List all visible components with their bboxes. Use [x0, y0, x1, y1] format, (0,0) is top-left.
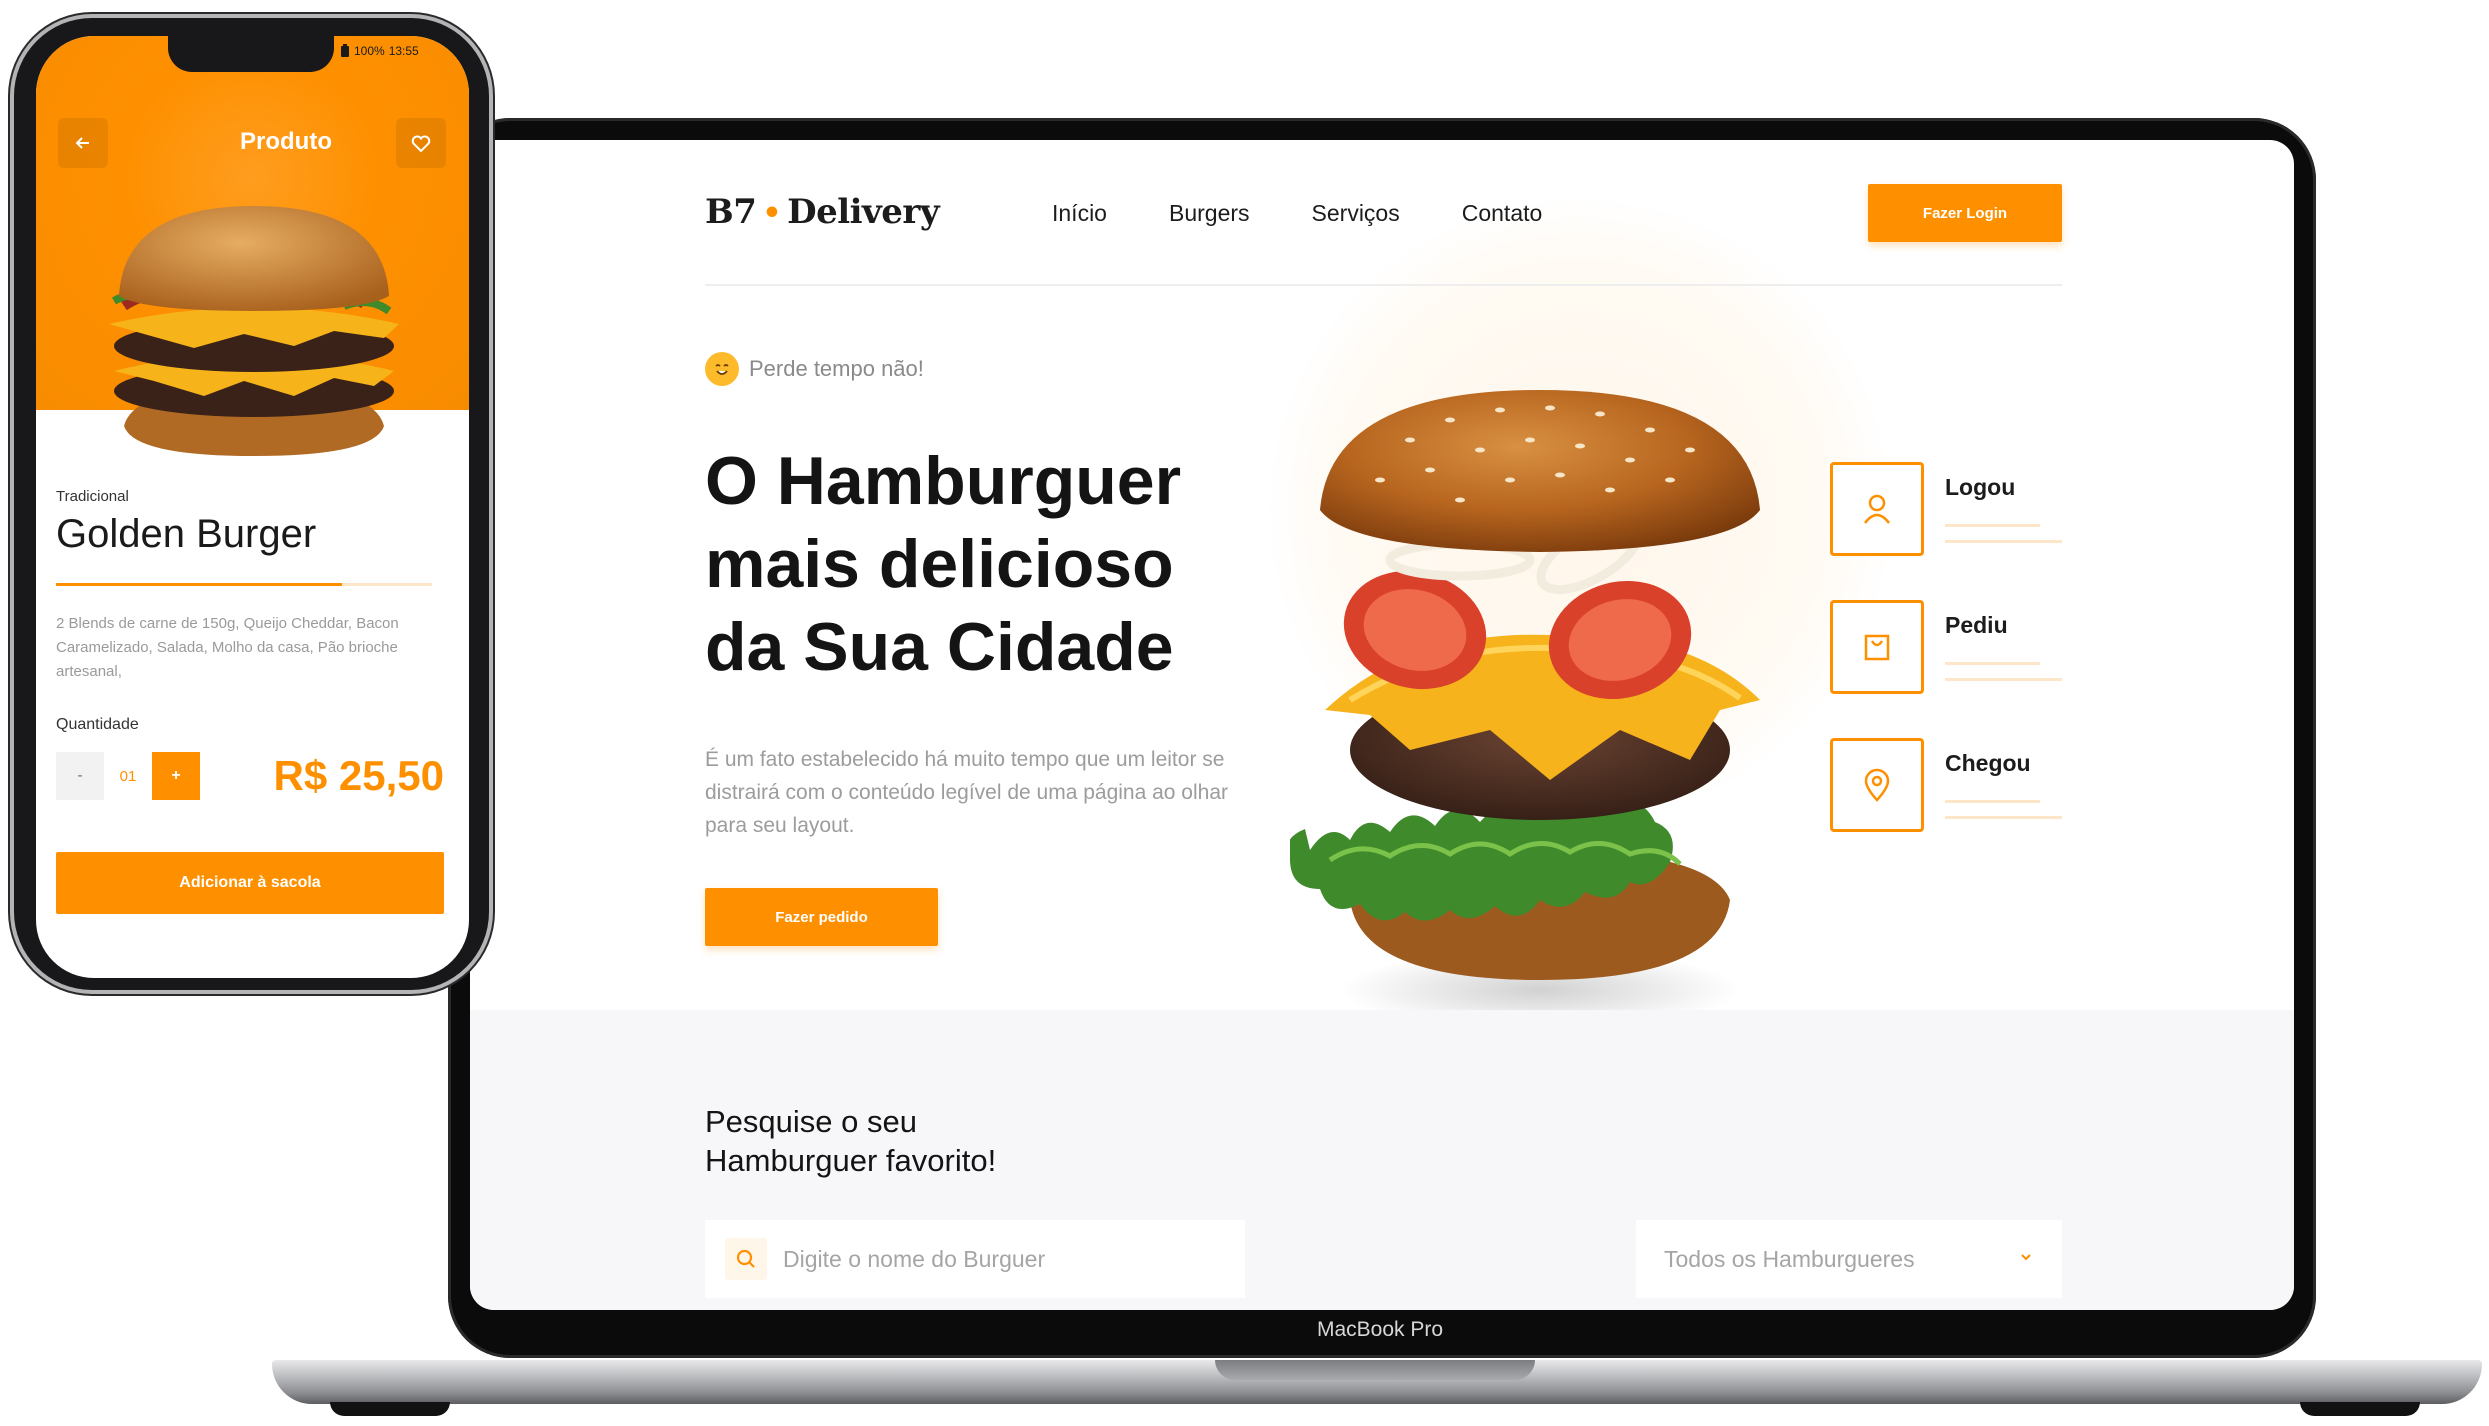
main-nav: Início Burgers Serviços Contato	[1052, 200, 1542, 227]
product-divider-accent	[56, 583, 342, 586]
product-description: 2 Blends de carne de 150g, Queijo Chedda…	[56, 615, 399, 680]
burger-filter-select[interactable]: Todos os Hamburgueres	[1636, 1220, 2062, 1298]
nav-item-inicio[interactable]: Início	[1052, 200, 1107, 227]
phone-screen: Produto	[36, 36, 469, 978]
header-divider	[705, 284, 2062, 286]
step-line	[1945, 678, 2062, 681]
hero-description: É um fato estabelecido há muito tempo qu…	[705, 748, 1228, 837]
step-label: Logou	[1945, 474, 2016, 500]
quantity-value: 01	[104, 752, 152, 800]
search-input[interactable]: Digite o nome do Burguer	[705, 1220, 1245, 1298]
location-pin-icon	[1830, 738, 1924, 832]
step-line	[1945, 662, 2040, 665]
hero-tagline: Perde tempo não!	[705, 352, 924, 386]
brand-part2: Delivery	[787, 192, 940, 232]
step-logou: Logou	[1830, 462, 2090, 556]
status-time: 13:55	[388, 44, 419, 58]
step-pediu: Pediu	[1830, 600, 2090, 694]
tagline-text: Perde tempo não!	[749, 356, 924, 381]
favorite-button[interactable]	[396, 118, 446, 168]
brand-part1: B7	[705, 192, 757, 232]
chevron-down-icon	[2018, 1249, 2034, 1270]
quantity-plus-button[interactable]: +	[152, 752, 200, 800]
product-price: R$ 25,50	[273, 752, 444, 799]
heart-icon	[411, 135, 431, 153]
brand-logo[interactable]: B7 • Delivery	[705, 192, 940, 232]
quantity-stepper: - 01 +	[56, 752, 200, 800]
phone-notch	[168, 36, 334, 72]
product-hero	[36, 36, 469, 456]
search-title: Pesquise o seu Hamburguer favorito!	[705, 1102, 1305, 1180]
add-to-bag-button[interactable]: Adicionar à sacola	[56, 852, 444, 914]
page-title: Produto	[240, 128, 332, 155]
nav-item-servicos[interactable]: Serviços	[1312, 200, 1400, 227]
arrow-left-icon	[75, 137, 89, 149]
step-chegou: Chegou	[1830, 738, 2090, 832]
laptop-screen: B7 • Delivery Início Burgers Serviços Cont…	[470, 140, 2294, 1310]
laptop-foot	[330, 1402, 450, 1416]
battery-icon	[341, 44, 349, 57]
login-button[interactable]: Fazer Login	[1868, 184, 2062, 242]
nav-item-burgers[interactable]: Burgers	[1169, 200, 1250, 227]
back-button[interactable]	[58, 118, 108, 168]
step-line	[1945, 540, 2062, 543]
step-line	[1945, 816, 2062, 819]
nav-item-contato[interactable]: Contato	[1462, 200, 1543, 227]
filter-selected-value: Todos os Hamburgueres	[1664, 1245, 1915, 1272]
search-title-line2: Hamburguer favorito!	[705, 1143, 997, 1178]
step-label: Pediu	[1945, 612, 2008, 638]
order-button[interactable]: Fazer pedido	[705, 888, 938, 946]
laptop-foot	[2300, 1402, 2420, 1416]
burger-illustration	[1290, 390, 1760, 1020]
user-icon	[1830, 462, 1924, 556]
battery-level: 100%	[354, 44, 385, 58]
step-label: Chegou	[1945, 750, 2031, 776]
device-label: MacBook Pro	[1316, 1318, 1444, 1341]
smile-emoji-icon	[705, 352, 739, 386]
search-icon	[725, 1238, 767, 1280]
bag-icon	[1830, 600, 1924, 694]
status-bar: 100% 13:55	[340, 44, 419, 58]
laptop-hinge-notch	[1215, 1360, 1535, 1380]
brand-dot: •	[762, 196, 782, 231]
quantity-minus-button[interactable]: -	[56, 752, 104, 800]
step-line	[1945, 524, 2040, 527]
search-title-line1: Pesquise o seu	[705, 1104, 917, 1139]
search-placeholder: Digite o nome do Burguer	[783, 1245, 1046, 1272]
product-name: Golden Burger	[56, 512, 317, 556]
product-category: Tradicional	[56, 488, 129, 505]
quantity-label: Quantidade	[56, 716, 139, 733]
burger-photo	[109, 206, 399, 456]
hero-title: O Hamburguer mais delicioso da Sua Cidad…	[705, 443, 1182, 685]
step-line	[1945, 800, 2040, 803]
